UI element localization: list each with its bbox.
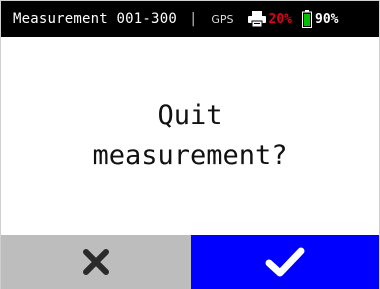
message-line-1: Quit	[157, 100, 223, 131]
battery-icon	[302, 10, 313, 28]
printer-level: 20%	[268, 11, 293, 27]
status-bar: Measurement 001-300 | GPS 20% 90%	[1, 1, 379, 37]
cancel-button[interactable]	[1, 235, 191, 289]
check-icon	[265, 247, 305, 277]
battery-level: 90%	[315, 11, 339, 27]
close-icon	[83, 249, 109, 275]
device-screen: Measurement 001-300 | GPS 20% 90% Quit m…	[0, 0, 380, 289]
confirm-message: Quit measurement?	[1, 37, 379, 235]
printer-icon	[247, 11, 266, 28]
button-row	[1, 235, 379, 289]
confirm-button[interactable]	[191, 235, 379, 289]
measurement-title: Measurement 001-300	[13, 11, 177, 27]
status-separator: |	[188, 11, 198, 27]
gps-indicator: GPS	[211, 12, 234, 26]
message-line-2: measurement?	[92, 140, 288, 171]
